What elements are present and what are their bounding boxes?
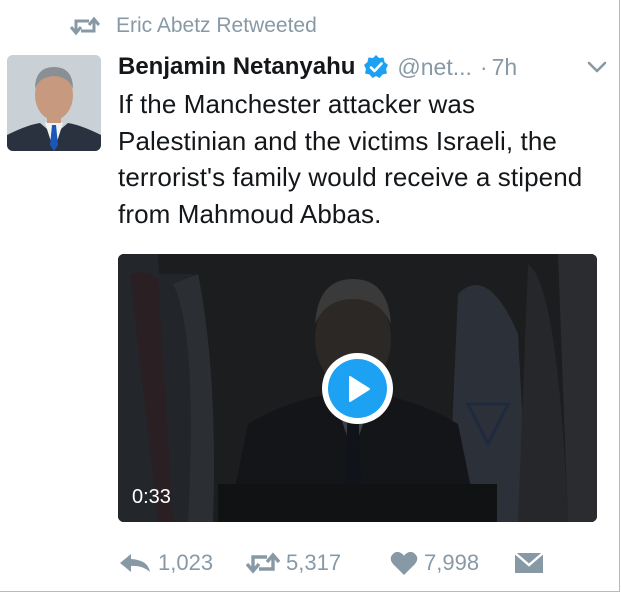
reply-count: 1,023 [158, 550, 214, 575]
retweet-context-label: Eric Abetz Retweeted [116, 14, 317, 37]
retweet-count: 5,317 [286, 550, 342, 575]
author-name[interactable]: Benjamin Netanyahu [118, 53, 355, 81]
chevron-down-icon[interactable] [586, 56, 608, 78]
like-button[interactable]: 7,998 [390, 550, 514, 576]
tweet-text: If the Manchester attacker was Palestini… [118, 89, 583, 229]
heart-icon [390, 551, 418, 575]
reply-button[interactable]: 1,023 [118, 550, 246, 576]
like-count: 7,998 [424, 550, 480, 575]
avatar[interactable] [7, 55, 101, 151]
tweet-actions: 1,023 5,317 7,998 [118, 545, 598, 581]
video-duration: 0:33 [132, 486, 171, 508]
retweet-icon [70, 16, 100, 36]
envelope-icon [514, 552, 544, 573]
retweet-context: Eric Abetz Retweeted [70, 12, 317, 40]
separator-dot: · [479, 53, 488, 80]
avatar-image [7, 55, 101, 151]
retweet-action-icon [246, 552, 280, 574]
direct-message-button[interactable] [514, 551, 544, 575]
video-player[interactable]: 0:33 [118, 254, 597, 522]
tweet-timestamp[interactable]: 7h [492, 54, 518, 81]
verified-badge-icon [364, 55, 389, 78]
tweet-header: Benjamin Netanyahu @net... · 7h [118, 50, 608, 84]
reply-icon [120, 554, 150, 572]
retweet-button[interactable]: 5,317 [246, 550, 390, 576]
author-handle[interactable]: @net... [397, 54, 472, 81]
play-button[interactable] [322, 353, 393, 424]
play-icon [328, 359, 387, 418]
